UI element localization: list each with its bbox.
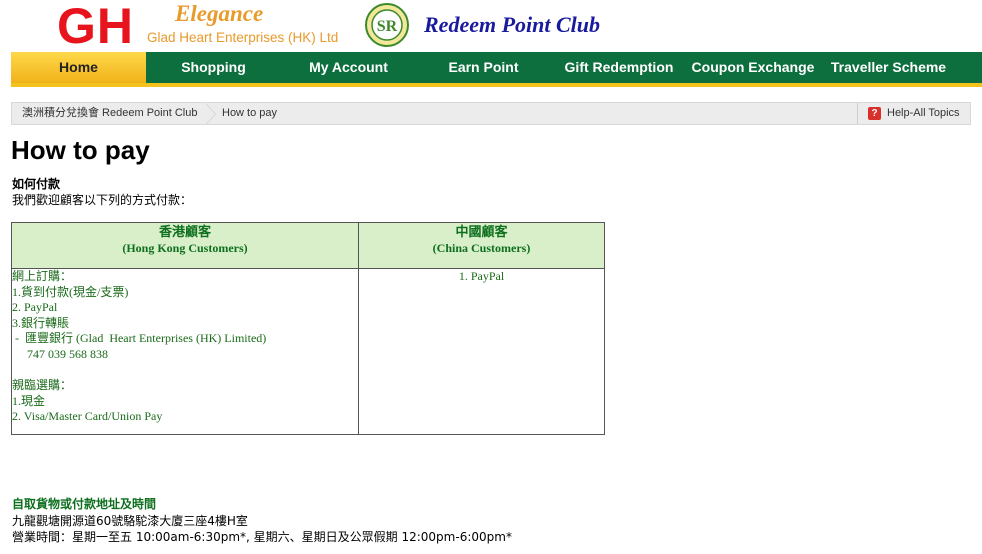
payment-methods-table: 香港顧客 (Hong Kong Customers) 中國顧客 (China C…	[11, 222, 605, 435]
nav-earn-point[interactable]: Earn Point	[426, 52, 541, 83]
section-heading: 如何付款	[12, 177, 61, 191]
cn-payment-methods: 1. PayPal	[359, 269, 604, 285]
help-icon: ?	[868, 107, 881, 120]
breadcrumb-separator-fill	[205, 103, 215, 125]
help-all-topics-button[interactable]: ? Help-All Topics	[857, 103, 970, 124]
hk-line: 3.銀行轉賬	[12, 315, 70, 330]
nav-shopping[interactable]: Shopping	[151, 52, 276, 83]
company-name: Glad Heart Enterprises (HK) Ltd	[147, 30, 339, 45]
cn-header-zh: 中國顧客	[455, 224, 508, 239]
hk-line: 1.現金	[12, 393, 46, 408]
cn-line: 1. PayPal	[458, 269, 505, 283]
elegance-logo[interactable]: Elegance	[175, 0, 263, 28]
hk-line: 2. PayPal	[12, 300, 58, 315]
hk-line: 2. Visa/Master Card/Union Pay	[12, 409, 163, 424]
hk-line: 747 039 568 838	[12, 346, 108, 361]
nav-gift-redemption[interactable]: Gift Redemption	[558, 52, 680, 83]
hk-customers-header: 香港顧客 (Hong Kong Customers)	[12, 223, 358, 269]
hk-line: 親臨選購：	[12, 378, 73, 393]
main-nav: Home Shopping My Account Earn Point Gift…	[11, 52, 982, 83]
table-column-divider	[358, 223, 359, 434]
section-intro: 我們歡迎顧客以下列的方式付款：	[12, 193, 193, 207]
cn-header-en: (China Customers)	[432, 241, 531, 255]
breadcrumb: 澳洲積分兌換會 Redeem Point Club How to pay ? H…	[11, 102, 971, 125]
nav-traveller-scheme[interactable]: Traveller Scheme	[826, 52, 951, 83]
pickup-address: 九龍觀塘開源道60號駱駝漆大廈三座4樓H室	[12, 514, 248, 528]
sr-logo-icon[interactable]: SR	[365, 3, 409, 47]
hk-line: 1.貨到付款(現金/支票)	[12, 284, 129, 299]
pickup-hours: 營業時間：星期一至五 10:00am-6:30pm*, 星期六、星期日及公眾假期…	[12, 530, 512, 544]
page-title: How to pay	[11, 135, 150, 165]
hk-line-spacer	[12, 363, 358, 379]
nav-accent-bar	[11, 83, 982, 87]
cn-customers-header: 中國顧客 (China Customers)	[359, 223, 604, 269]
hk-header-en: (Hong Kong Customers)	[122, 241, 248, 255]
site-header: GH Elegance Glad Heart Enterprises (HK) …	[0, 0, 982, 52]
gh-logo[interactable]: GH	[57, 0, 134, 52]
hk-line: - 匯豐銀行 (Glad Heart Enterprises (HK) Limi…	[12, 331, 267, 346]
nav-my-account[interactable]: My Account	[281, 52, 416, 83]
help-label: Help-All Topics	[887, 107, 960, 119]
breadcrumb-home[interactable]: 澳洲積分兌換會 Redeem Point Club	[22, 103, 197, 124]
sr-logo-text: SR	[377, 18, 398, 35]
breadcrumb-current: How to pay	[222, 107, 278, 119]
hk-line: 網上訂購：	[12, 269, 73, 283]
nav-coupon-exchange[interactable]: Coupon Exchange	[687, 52, 819, 83]
hk-header-zh: 香港顧客	[158, 224, 211, 239]
pickup-title: 自取貨物或付款地址及時間	[12, 497, 157, 511]
club-title: Redeem Point Club	[424, 12, 600, 37]
hk-payment-methods: 網上訂購： 1.貨到付款(現金/支票) 2. PayPal 3.銀行轉賬 - 匯…	[12, 269, 358, 425]
nav-home[interactable]: Home	[11, 52, 146, 83]
